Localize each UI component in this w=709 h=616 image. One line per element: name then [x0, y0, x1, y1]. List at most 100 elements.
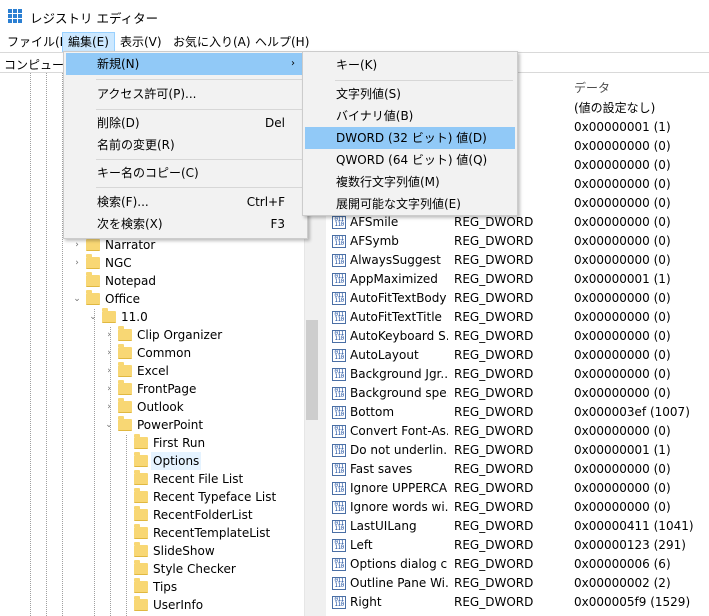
value-row[interactable]: 011 110 Background spe... REG_DWORD 0x000000… [326, 384, 709, 403]
value-type: REG_DWORD [454, 481, 534, 495]
menu-delete-label: 削除(D) [97, 116, 140, 130]
value-row[interactable]: 011 110 Background Jgr... REG_DWORD 0x000000… [326, 365, 709, 384]
value-data: 0x00000000 (0) [574, 291, 671, 305]
menu-new-key[interactable]: キー(K) [305, 54, 515, 76]
value-row[interactable]: 011 110 Ignore UPPERCA... REG_DWORD 0x000000… [326, 479, 709, 498]
value-row[interactable]: 011 110 Outline Pane Wi... REG_DWORD 0x00000… [326, 574, 709, 593]
reg-binary-value-icon: 011 110 [332, 463, 346, 476]
menu-delete[interactable]: 削除(D) Del [66, 112, 305, 134]
tree-item[interactable]: Notepad [0, 272, 300, 290]
menu-new-multi-string[interactable]: 複数行文字列値(M) [305, 171, 515, 193]
expand-chevron-icon[interactable]: › [104, 326, 114, 344]
tree-item[interactable]: UserInfo [0, 596, 300, 614]
value-row[interactable]: 011 110 Bottom REG_DWORD 0x000003ef (1007) [326, 403, 709, 422]
value-name: Fast saves [350, 462, 413, 476]
value-row[interactable]: 011 110 Ignore words wi... REG_DWORD 0x00000… [326, 498, 709, 517]
tree-item[interactable]: Style Checker [0, 560, 300, 578]
menu-separator [335, 80, 513, 81]
folder-icon [118, 326, 132, 341]
tree-expander-empty [120, 470, 130, 488]
value-row[interactable]: 011 110 AutoFitTextBody REG_DWORD 0x00000000… [326, 289, 709, 308]
value-row[interactable]: 011 110 AutoLayout REG_DWORD 0x00000000 (0) [326, 346, 709, 365]
expand-chevron-icon[interactable]: › [104, 344, 114, 362]
tree-item[interactable]: RecentTemplateList [0, 524, 300, 542]
value-type: REG_DWORD [454, 386, 534, 400]
value-row[interactable]: 011 110 Left REG_DWORD 0x00000123 (291) [326, 536, 709, 555]
reg-binary-value-icon: 011 110 [332, 387, 346, 400]
tree-item[interactable]: › FrontPage [0, 380, 300, 398]
tree-item-label: Notepad [105, 274, 156, 288]
expand-chevron-icon[interactable]: › [104, 398, 114, 416]
value-row[interactable]: 011 110 AppMaximized REG_DWORD 0x00000001 (1… [326, 270, 709, 289]
expand-chevron-icon[interactable]: › [104, 380, 114, 398]
menu-new-dword[interactable]: DWORD (32 ビット) 値(D) [305, 127, 515, 149]
menu-edit[interactable]: 編集(E) [62, 32, 115, 52]
tree-expander-empty [120, 434, 130, 452]
folder-icon [134, 470, 148, 485]
value-row[interactable]: 011 110 AlwaysSuggest REG_DWORD 0x00000000 (… [326, 251, 709, 270]
menu-new-expandable-string[interactable]: 展開可能な文字列値(E) [305, 193, 515, 215]
folder-icon [134, 506, 148, 521]
tree-item[interactable]: › Excel [0, 362, 300, 380]
tree-item[interactable]: Tips [0, 578, 300, 596]
menu-new-string[interactable]: 文字列値(S) [305, 83, 515, 105]
menu-new-label: 新規(N) [97, 57, 140, 71]
menu-help[interactable]: ヘルプ(H) [250, 32, 314, 52]
menu-find-next[interactable]: 次を検索(X) F3 [66, 213, 305, 235]
folder-icon [102, 308, 116, 323]
collapse-chevron-icon[interactable]: ⌄ [104, 416, 114, 434]
tree-item[interactable]: › Clip Organizer [0, 326, 300, 344]
collapse-chevron-icon[interactable]: ⌄ [72, 290, 82, 308]
tree-scrollbar-thumb[interactable] [306, 320, 318, 420]
tree-item[interactable]: SlideShow [0, 542, 300, 560]
expand-chevron-icon[interactable]: › [104, 362, 114, 380]
value-type: REG_DWORD [454, 538, 534, 552]
menu-permissions[interactable]: アクセス許可(P)... [66, 83, 305, 105]
value-type: REG_DWORD [454, 462, 534, 476]
value-row[interactable]: 011 110 Convert Font-As... REG_DWORD 0x00000… [326, 422, 709, 441]
tree-item[interactable]: Recent File List [0, 470, 300, 488]
value-type: REG_DWORD [454, 291, 534, 305]
value-row[interactable]: 011 110 Options dialog c... REG_DWORD 0x0000… [326, 555, 709, 574]
tree-item-label: RecentFolderList [153, 508, 253, 522]
menu-new-qword[interactable]: QWORD (64 ビット) 値(Q) [305, 149, 515, 171]
value-row[interactable]: 011 110 LastUILang REG_DWORD 0x00000411 (104… [326, 517, 709, 536]
tree-expander-empty [120, 506, 130, 524]
value-data: 0x00000411 (1041) [574, 519, 694, 533]
tree-item[interactable]: ⌄ 11.0 [0, 308, 300, 326]
folder-icon [134, 596, 148, 611]
reg-binary-value-icon: 011 110 [332, 235, 346, 248]
tree-item[interactable]: Options [0, 452, 300, 470]
value-row[interactable]: 011 110 AutoFitTextTitle REG_DWORD 0x0000000… [326, 308, 709, 327]
value-row[interactable]: 011 110 AutoKeyboard S... REG_DWORD 0x000000… [326, 327, 709, 346]
expand-chevron-icon[interactable]: › [72, 254, 82, 272]
value-row[interactable]: 011 110 Right REG_DWORD 0x000005f9 (1529) [326, 593, 709, 612]
tree-item[interactable]: › Outlook [0, 398, 300, 416]
tree-item[interactable]: › NGC [0, 254, 300, 272]
reg-binary-value-icon: 011 110 [332, 273, 346, 286]
tree-item[interactable]: › Common [0, 344, 300, 362]
folder-icon [86, 254, 100, 269]
tree-item-label: Style Checker [153, 562, 236, 576]
collapse-chevron-icon[interactable]: ⌄ [88, 308, 98, 326]
menu-favorites[interactable]: お気に入り(A) [168, 32, 256, 52]
value-row[interactable]: 011 110 Do not underlin... REG_DWORD 0x00000… [326, 441, 709, 460]
tree-item[interactable]: ⌄ Office [0, 290, 300, 308]
value-row[interactable]: 011 110 Fast saves REG_DWORD 0x00000000 (0) [326, 460, 709, 479]
menu-new[interactable]: 新規(N) › [66, 53, 305, 75]
tree-item[interactable]: Recent Typeface List [0, 488, 300, 506]
menu-new-binary[interactable]: バイナリ値(B) [305, 105, 515, 127]
tree-item[interactable]: ⌄ PowerPoint [0, 416, 300, 434]
folder-icon [134, 488, 148, 503]
column-header-data[interactable]: データ [574, 79, 610, 96]
menu-copy-key-name[interactable]: キー名のコピー(C) [66, 162, 305, 184]
menu-rename[interactable]: 名前の変更(R) [66, 134, 305, 156]
tree-item[interactable]: First Run [0, 434, 300, 452]
menu-find[interactable]: 検索(F)... Ctrl+F [66, 191, 305, 213]
value-data: 0x00000001 (1) [574, 443, 671, 457]
menu-view[interactable]: 表示(V) [115, 32, 167, 52]
tree-item[interactable]: RecentFolderList [0, 506, 300, 524]
value-name: Left [350, 538, 373, 552]
value-row[interactable]: 011 110 AFSymb REG_DWORD 0x00000000 (0) [326, 232, 709, 251]
value-name: Do not underlin... [350, 443, 448, 457]
